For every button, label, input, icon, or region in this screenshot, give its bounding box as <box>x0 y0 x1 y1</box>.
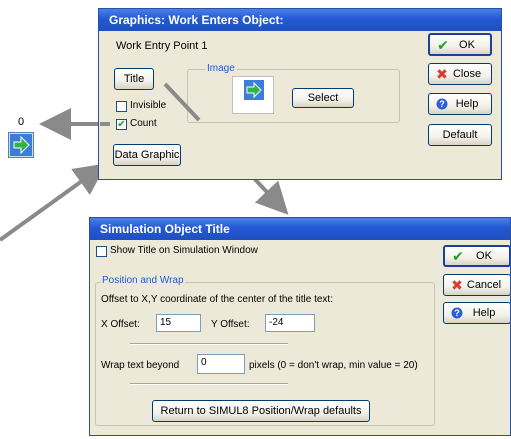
cancel-button[interactable]: ✖ Cancel <box>443 274 510 296</box>
return-defaults-button[interactable]: Return to SIMUL8 Position/Wrap defaults <box>152 400 370 422</box>
title-ok-button[interactable]: ✔ OK <box>443 245 510 267</box>
check-icon: ✔ <box>452 248 464 264</box>
wrap-input[interactable]: 0 <box>197 354 245 374</box>
title-ok-label: OK <box>476 250 492 262</box>
svg-text:?: ? <box>454 308 460 318</box>
title-dialog-title: Simulation Object Title <box>90 218 510 240</box>
y-offset-input[interactable]: -24 <box>265 314 315 332</box>
show-title-checkbox[interactable] <box>96 246 107 257</box>
wrap-label: Wrap text beyond <box>101 360 180 371</box>
title-dialog: Simulation Object Title Show Title on Si… <box>89 217 511 436</box>
wrap-suffix-label: pixels (0 = don't wrap, min value = 20) <box>249 360 418 371</box>
separator <box>130 383 288 385</box>
offset-description: Offset to X,Y coordinate of the center o… <box>101 294 333 305</box>
show-title-label: Show Title on Simulation Window <box>110 245 258 256</box>
title-help-button[interactable]: ? Help <box>443 302 510 324</box>
x-offset-label: X Offset: <box>101 319 140 330</box>
x-offset-input[interactable]: 15 <box>156 314 201 332</box>
position-group-label: Position and Wrap <box>101 275 185 286</box>
y-offset-label: Y Offset: <box>211 319 250 330</box>
close-icon: ✖ <box>451 277 463 293</box>
return-defaults-label: Return to SIMUL8 Position/Wrap defaults <box>160 405 362 417</box>
help-icon: ? <box>450 306 464 320</box>
separator <box>130 343 288 345</box>
title-help-label: Help <box>472 307 496 319</box>
